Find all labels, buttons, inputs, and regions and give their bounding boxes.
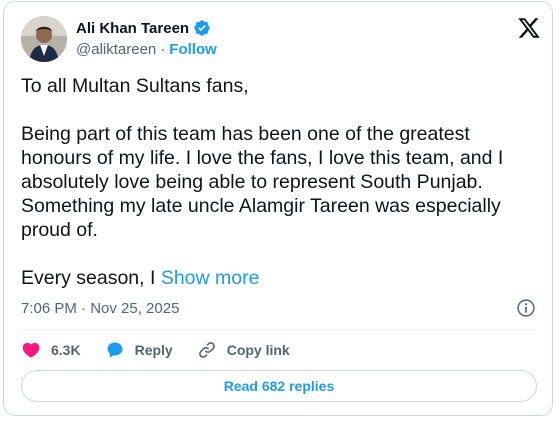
- tweet-line: proud of.: [21, 219, 98, 241]
- speech-bubble-icon: [107, 342, 123, 358]
- tweet-header: Ali Khan Tareen @aliktareen · Follow: [21, 16, 541, 62]
- tweet-text: To all Multan Sultans fans, Being part o…: [21, 74, 521, 290]
- link-icon: [198, 342, 215, 358]
- tweet-line: honours of my life. I love the fans, I l…: [21, 147, 504, 169]
- avatar[interactable]: [21, 16, 67, 62]
- handle-separator: ·: [160, 41, 166, 58]
- show-more-link[interactable]: Show more: [161, 267, 260, 289]
- verified-badge-icon: [193, 19, 211, 37]
- tweet-line-truncated: Every season, I Show more: [21, 266, 521, 290]
- author-name-row: Ali Khan Tareen: [76, 19, 211, 37]
- read-replies-button[interactable]: Read 682 replies: [21, 370, 537, 402]
- tweet-line: To all Multan Sultans fans,: [21, 75, 249, 97]
- tweet-line-start: Every season, I: [21, 267, 161, 289]
- reply-button[interactable]: Reply: [105, 340, 173, 360]
- tweet-line: Something my late uncle Alamgir Tareen w…: [21, 195, 501, 217]
- tweet-line: Being part of this team has been one of …: [21, 123, 470, 145]
- x-logo-icon[interactable]: [517, 16, 541, 40]
- tweet-card: Ali Khan Tareen @aliktareen · Follow To …: [3, 1, 553, 416]
- copy-link-button[interactable]: Copy link: [197, 340, 290, 360]
- author-name[interactable]: Ali Khan Tareen: [76, 20, 189, 37]
- copy-link-label: Copy link: [226, 342, 290, 358]
- avatar-image: [21, 16, 67, 62]
- tweet-line: absolutely love being able to represent …: [21, 171, 483, 193]
- follow-button[interactable]: Follow: [169, 41, 217, 58]
- like-button[interactable]: 6.3K: [21, 340, 81, 360]
- reply-label: Reply: [134, 342, 173, 358]
- info-icon[interactable]: [516, 298, 536, 318]
- author-handle-row: @aliktareen · Follow: [76, 41, 217, 58]
- like-count: 6.3K: [51, 342, 81, 358]
- divider: [21, 329, 536, 330]
- tweet-timestamp[interactable]: 7:06 PM · Nov 25, 2025: [21, 300, 179, 317]
- heart-icon: [22, 342, 40, 358]
- tweet-actions: 6.3K Reply Copy link: [21, 339, 314, 361]
- author-handle[interactable]: @aliktareen: [76, 41, 156, 58]
